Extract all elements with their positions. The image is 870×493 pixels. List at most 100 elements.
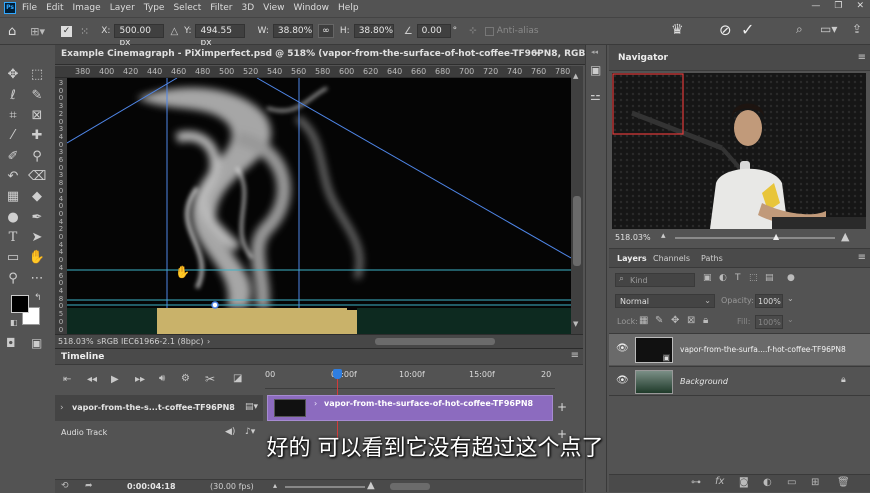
transition-icon[interactable]: ◪ bbox=[233, 373, 242, 384]
add-media-icon[interactable]: + bbox=[557, 400, 567, 414]
height-field[interactable]: 38.80% bbox=[353, 24, 394, 38]
collapse-dock-icon[interactable]: ◂◂ bbox=[591, 48, 598, 56]
navigator-title[interactable]: Navigator bbox=[618, 53, 668, 63]
properties-panel-icon[interactable]: ⚍ bbox=[590, 89, 601, 103]
opacity-field[interactable]: 100% bbox=[755, 294, 783, 308]
menu-select[interactable]: Select bbox=[173, 3, 201, 13]
menu-layer[interactable]: Layer bbox=[110, 3, 135, 13]
default-colors-icon[interactable]: ◧ bbox=[10, 318, 18, 327]
path-select-tool-icon[interactable]: ➤ bbox=[28, 229, 46, 247]
menu-image[interactable]: Image bbox=[73, 3, 101, 13]
menu-type[interactable]: Type bbox=[144, 3, 165, 13]
time-ruler[interactable]: 00 05:00f 10:00f 15:00f 20 bbox=[265, 367, 555, 389]
settings-gear-icon[interactable]: ⚙ bbox=[181, 373, 190, 384]
menu-help[interactable]: Help bbox=[338, 3, 359, 13]
fill-field[interactable]: 100% bbox=[755, 315, 783, 329]
screen-mode-icon[interactable]: ▣ bbox=[31, 336, 42, 350]
status-arrow-icon[interactable]: › bbox=[207, 337, 210, 346]
expand-arrow-icon[interactable]: › bbox=[60, 403, 64, 413]
lock-image-icon[interactable]: ✎ bbox=[655, 315, 663, 326]
navigator-menu-icon[interactable]: ≡ bbox=[858, 52, 866, 63]
navigator-zoom-value[interactable]: 518.03% bbox=[615, 233, 651, 242]
audio-icon[interactable]: 🔊︎ bbox=[159, 373, 165, 384]
transform-tool-icon[interactable]: ⊞▾ bbox=[30, 25, 45, 38]
lock-transparent-icon[interactable]: ▦ bbox=[639, 315, 648, 326]
quick-select-tool-icon[interactable]: ✎ bbox=[28, 87, 46, 105]
menu-window[interactable]: Window bbox=[294, 3, 330, 13]
healing-tool-icon[interactable]: ✚ bbox=[28, 127, 46, 145]
lock-artboard-icon[interactable]: ⊠ bbox=[687, 315, 695, 326]
home-icon[interactable]: ⌂ bbox=[8, 24, 16, 39]
reference-point-icon[interactable]: ⁙ bbox=[80, 25, 89, 38]
play-icon[interactable]: ▶ bbox=[111, 374, 119, 385]
hand-tool-icon[interactable]: ✋ bbox=[28, 249, 46, 267]
adjustment-layer-icon[interactable]: ◐ bbox=[763, 477, 772, 488]
navigator-preview[interactable] bbox=[612, 73, 866, 229]
fill-chevron-icon[interactable]: ⌄ bbox=[787, 315, 794, 324]
crop-tool-icon[interactable]: ⌗ bbox=[4, 107, 22, 125]
link-layers-icon[interactable]: ⊶ bbox=[691, 477, 701, 488]
menu-3d[interactable]: 3D bbox=[242, 3, 255, 13]
search-icon[interactable]: ⌕ bbox=[796, 22, 803, 37]
playhead[interactable] bbox=[333, 369, 342, 379]
layer-row[interactable]: 👁︎ ▣ vapor-from-the-surfa....f-hot-coffe… bbox=[609, 333, 870, 365]
gradient-tool-icon[interactable]: ▦ bbox=[4, 188, 22, 206]
layers-menu-icon[interactable]: ≡ bbox=[858, 252, 866, 263]
film-strip-icon[interactable]: ▤▾ bbox=[245, 402, 258, 412]
zoom-out-icon[interactable]: ▴ bbox=[661, 231, 666, 241]
history-panel-icon[interactable]: ▣ bbox=[590, 63, 601, 77]
first-frame-icon[interactable]: ⇤ bbox=[63, 374, 71, 385]
y-position-field[interactable]: 494.55 px bbox=[195, 24, 246, 48]
vertical-scrollbar[interactable]: ▲ ▼ bbox=[571, 66, 583, 334]
filter-pixel-icon[interactable]: ▣ bbox=[703, 273, 712, 283]
filter-type-icon[interactable]: T bbox=[735, 273, 741, 283]
commit-transform-icon[interactable]: ✓ bbox=[741, 20, 754, 39]
antialias-checkbox[interactable] bbox=[484, 26, 494, 36]
minimize-button[interactable]: — bbox=[811, 1, 820, 11]
share-icon[interactable]: ⇪ bbox=[852, 22, 862, 36]
lasso-tool-icon[interactable]: ℓ bbox=[4, 87, 22, 105]
menu-filter[interactable]: Filter bbox=[210, 3, 232, 13]
render-video-icon[interactable]: ➦ bbox=[85, 481, 93, 491]
filter-smartobject-icon[interactable]: ▤ bbox=[765, 273, 774, 283]
warp-icon[interactable]: ♛ bbox=[671, 22, 684, 38]
zoom-tool-icon[interactable]: ⚲ bbox=[4, 270, 22, 288]
delta-icon[interactable]: △ bbox=[170, 26, 178, 37]
zoom-level[interactable]: 518.03% bbox=[58, 337, 94, 346]
close-window-button[interactable]: ✕ bbox=[856, 1, 864, 11]
interpolation-icon[interactable]: ⊹ bbox=[469, 26, 477, 36]
zoom-in-icon[interactable]: ▲ bbox=[841, 230, 849, 243]
horizontal-scroll-thumb[interactable] bbox=[375, 338, 495, 345]
frame-tool-icon[interactable]: ⊠ bbox=[28, 107, 46, 125]
lock-position-icon[interactable]: ✥ bbox=[671, 315, 679, 326]
reference-point-checkbox[interactable]: ✓ bbox=[61, 25, 73, 37]
add-mask-icon[interactable]: ◙ bbox=[739, 477, 749, 488]
timeline-menu-icon[interactable]: ≡ bbox=[571, 350, 579, 361]
zoom-in-mountain-icon[interactable]: ▲ bbox=[367, 480, 375, 491]
dodge-tool-icon[interactable]: ● bbox=[4, 209, 22, 227]
next-frame-icon[interactable]: ▸▸ bbox=[135, 374, 145, 385]
layer-style-icon[interactable]: fx bbox=[715, 476, 724, 487]
clip-expand-icon[interactable]: › bbox=[314, 399, 317, 408]
clone-stamp-tool-icon[interactable]: ⚲ bbox=[28, 148, 46, 166]
cancel-transform-icon[interactable]: ⊘ bbox=[719, 21, 732, 39]
more-tools-icon[interactable]: ⋯ bbox=[28, 270, 46, 288]
lock-all-icon[interactable]: 🔒︎ bbox=[703, 315, 708, 326]
foreground-color-swatch[interactable] bbox=[11, 295, 29, 313]
new-layer-icon[interactable]: ⊞ bbox=[811, 477, 819, 488]
navigator-zoom-slider[interactable] bbox=[675, 237, 835, 239]
angle-field[interactable]: 0.00 bbox=[416, 24, 451, 38]
swap-colors-icon[interactable]: ↰ bbox=[34, 293, 42, 303]
eraser-tool-icon[interactable]: ⌫ bbox=[28, 168, 46, 186]
timeline-scroll-thumb[interactable] bbox=[390, 483, 430, 490]
kind-filter-dropdown[interactable]: ⌕ Kind bbox=[615, 273, 695, 287]
tab-channels[interactable]: Channels bbox=[653, 254, 690, 263]
menu-view[interactable]: View bbox=[263, 3, 284, 13]
blur-tool-icon[interactable]: ◆ bbox=[28, 188, 46, 206]
delete-layer-icon[interactable]: 🗑︎ bbox=[837, 477, 850, 488]
split-clip-scissors-icon[interactable]: ✂ bbox=[205, 372, 215, 386]
scroll-thumb[interactable] bbox=[573, 196, 581, 266]
menu-file[interactable]: File bbox=[22, 3, 37, 13]
history-brush-tool-icon[interactable]: ↶ bbox=[4, 168, 22, 186]
document-canvas[interactable]: ✋ bbox=[67, 78, 571, 334]
